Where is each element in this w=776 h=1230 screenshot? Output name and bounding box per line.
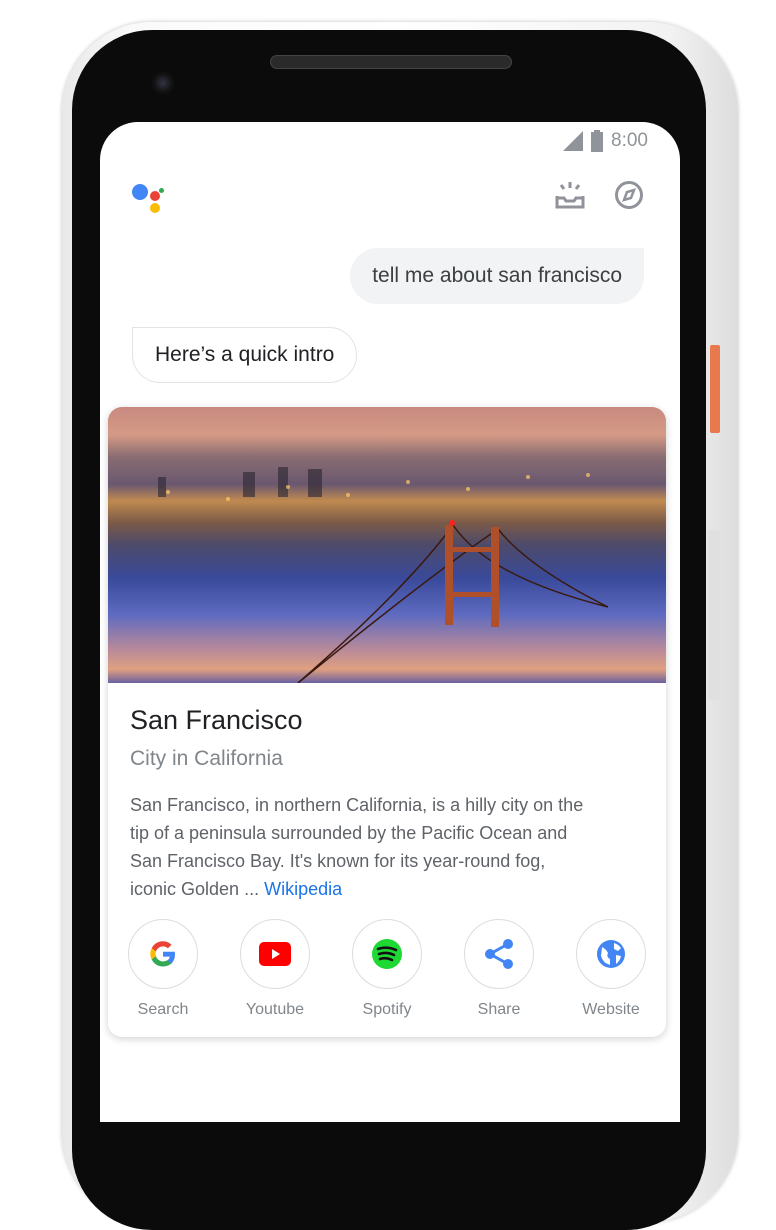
screen: 8:00 tell me about san francisco Here’s …	[100, 122, 680, 1122]
assistant-message-bubble: Here’s a quick intro	[132, 327, 358, 383]
action-search[interactable]: Search	[128, 919, 198, 1019]
action-label: Website	[582, 1001, 640, 1018]
volume-button	[708, 530, 720, 700]
card-subtitle: City in California	[130, 747, 283, 770]
google-assistant-logo	[130, 182, 170, 216]
wikipedia-link[interactable]: Wikipedia	[264, 879, 342, 899]
action-youtube[interactable]: Youtube	[240, 919, 310, 1019]
power-button	[710, 345, 720, 433]
action-label: Spotify	[362, 1001, 412, 1018]
signal-icon	[563, 131, 584, 151]
card-description: San Francisco, in northern California, i…	[130, 791, 590, 903]
earpiece-speaker	[270, 55, 512, 69]
card-title: San Francisco	[130, 705, 303, 735]
updates-tray-icon[interactable]	[554, 180, 586, 210]
youtube-icon	[259, 942, 291, 966]
action-website[interactable]: Website	[576, 919, 646, 1019]
description-text: San Francisco, in northern California, i…	[130, 795, 584, 899]
status-bar: 8:00	[563, 130, 648, 152]
google-icon	[150, 941, 175, 967]
status-time: 8:00	[611, 130, 648, 151]
action-row: Search Youtube Spotify Share Website	[128, 919, 646, 1019]
user-message-bubble: tell me about san francisco	[350, 248, 644, 304]
explore-compass-icon[interactable]	[614, 180, 644, 210]
action-label: Search	[137, 1001, 189, 1018]
globe-icon	[597, 940, 625, 968]
action-label: Youtube	[245, 1001, 305, 1018]
action-label: Share	[477, 1001, 521, 1018]
knowledge-card[interactable]: San Francisco City in California San Fra…	[108, 407, 666, 1037]
front-camera	[152, 72, 174, 94]
action-spotify[interactable]: Spotify	[352, 919, 422, 1019]
battery-icon	[591, 130, 604, 152]
golden-gate-photo	[108, 407, 666, 683]
action-share[interactable]: Share	[464, 919, 534, 1019]
spotify-icon	[372, 939, 402, 969]
share-icon	[485, 939, 513, 969]
